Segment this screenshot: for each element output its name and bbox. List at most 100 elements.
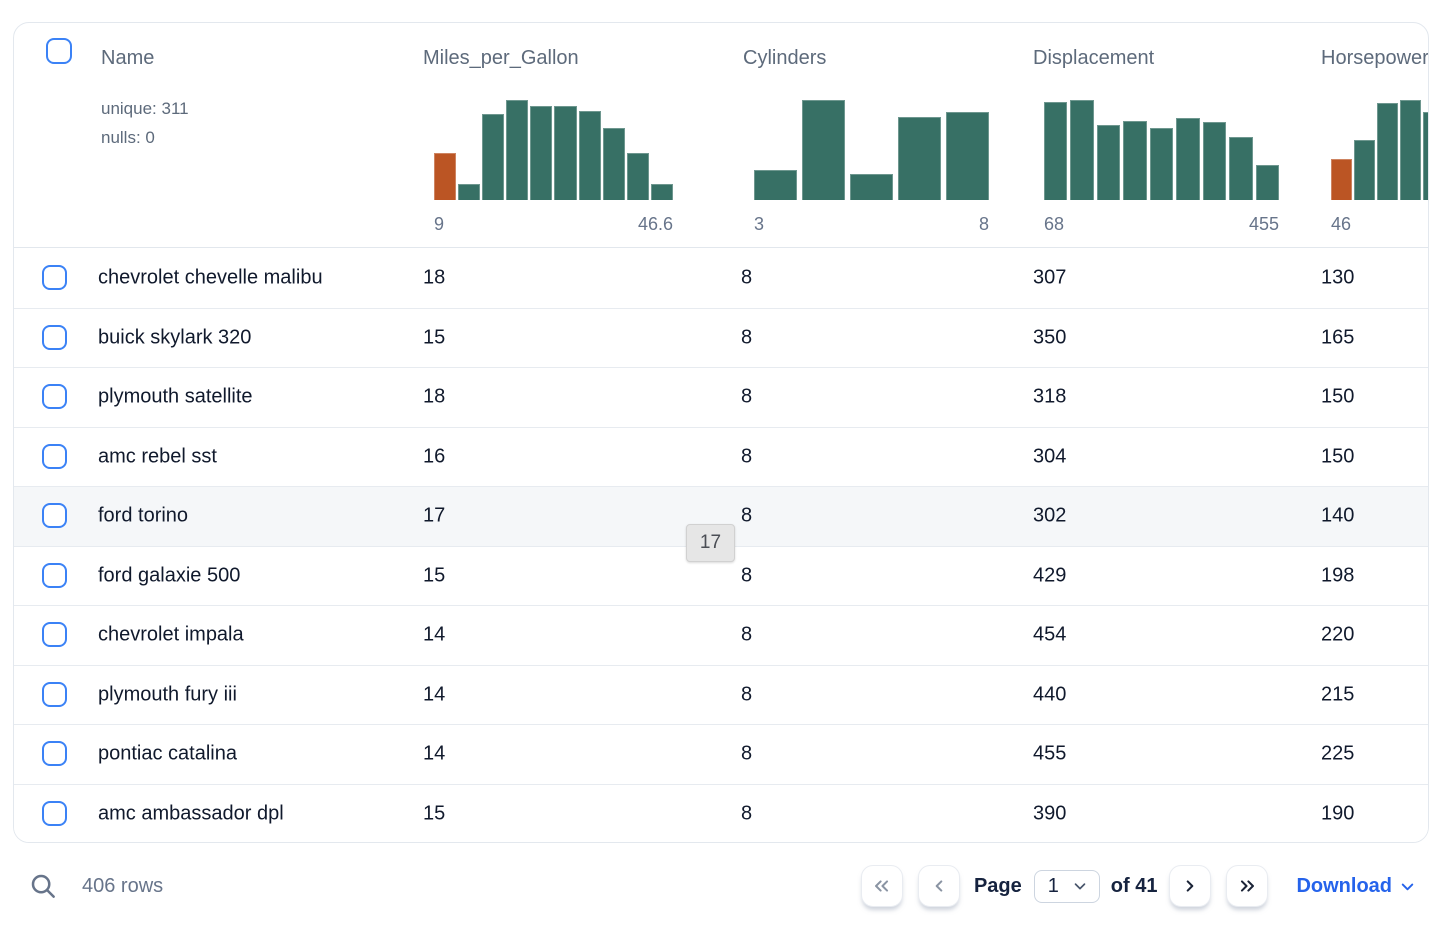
- histogram-bar[interactable]: [1423, 112, 1429, 200]
- column-label-name[interactable]: Name: [101, 47, 154, 70]
- column-label-horsepower[interactable]: Horsepower: [1321, 47, 1429, 70]
- cell-miles-per-gallon: 16: [423, 445, 445, 468]
- search-icon[interactable]: [28, 871, 58, 901]
- histogram-bar[interactable]: [1229, 137, 1252, 200]
- row-checkbox[interactable]: [42, 503, 67, 528]
- histogram-bar[interactable]: [458, 184, 480, 200]
- cell-horsepower: 130: [1321, 267, 1354, 290]
- row-checkbox[interactable]: [42, 741, 67, 766]
- histogram-bar[interactable]: [579, 111, 601, 200]
- column-label-cylinders[interactable]: Cylinders: [743, 47, 826, 70]
- histogram-bar[interactable]: [802, 100, 845, 200]
- next-page-button[interactable]: [1169, 865, 1211, 907]
- table-row[interactable]: pontiac catalina148455225: [14, 725, 1428, 785]
- chevron-down-icon: [1071, 877, 1089, 895]
- cell-horsepower: 190: [1321, 803, 1354, 826]
- cell-cylinders: 8: [741, 386, 752, 409]
- histogram-bar[interactable]: [1097, 125, 1120, 200]
- axis-min-label: 3: [754, 214, 764, 235]
- histogram-axis: 46: [1331, 214, 1429, 235]
- histogram-bar[interactable]: [554, 106, 576, 200]
- select-all-checkbox[interactable]: [46, 38, 72, 64]
- table-header: Name unique: 311 nulls: 0 Miles_per_Gall…: [14, 23, 1428, 248]
- cell-horsepower: 165: [1321, 326, 1354, 349]
- download-label: Download: [1296, 875, 1392, 898]
- table-row[interactable]: plymouth fury iii148440215: [14, 666, 1428, 726]
- cell-name: amc ambassador dpl: [98, 803, 284, 826]
- first-page-button[interactable]: [861, 865, 903, 907]
- histogram-bar[interactable]: [1354, 140, 1375, 200]
- histogram-bar[interactable]: [651, 184, 673, 200]
- histogram-bar[interactable]: [1256, 165, 1279, 200]
- histogram-bar[interactable]: [482, 114, 504, 200]
- row-checkbox[interactable]: [42, 801, 67, 826]
- row-checkbox[interactable]: [42, 265, 67, 290]
- cell-miles-per-gallon: 14: [423, 743, 445, 766]
- cell-name: pontiac catalina: [98, 743, 237, 766]
- row-checkbox[interactable]: [42, 384, 67, 409]
- histogram-bar[interactable]: [434, 153, 456, 200]
- row-checkbox[interactable]: [42, 325, 67, 350]
- axis-max-label: 455: [1249, 214, 1279, 235]
- histogram-bar[interactable]: [603, 128, 625, 200]
- histogram-bar[interactable]: [627, 153, 649, 200]
- page-label: Page: [974, 875, 1022, 898]
- table-row[interactable]: buick skylark 320158350165: [14, 309, 1428, 369]
- histogram-bar[interactable]: [1377, 103, 1398, 200]
- histogram-bar[interactable]: [1123, 121, 1146, 200]
- cell-name: buick skylark 320: [98, 326, 251, 349]
- cell-miles-per-gallon: 18: [423, 267, 445, 290]
- row-checkbox[interactable]: [42, 444, 67, 469]
- cell-name: chevrolet impala: [98, 624, 244, 647]
- cell-horsepower: 150: [1321, 386, 1354, 409]
- table-row[interactable]: amc rebel sst168304150: [14, 428, 1428, 488]
- histogram-bar[interactable]: [1400, 100, 1421, 200]
- cell-horsepower: 198: [1321, 564, 1354, 587]
- download-button[interactable]: Download: [1296, 875, 1417, 898]
- histogram-bar[interactable]: [1150, 128, 1173, 200]
- pagination: Page 1 of 41 Download: [861, 865, 1417, 907]
- column-label-displacement[interactable]: Displacement: [1033, 47, 1154, 70]
- histogram-bar[interactable]: [1070, 100, 1093, 200]
- histogram-bar[interactable]: [850, 174, 893, 200]
- histogram-bar[interactable]: [1044, 102, 1067, 200]
- cell-miles-per-gallon: 17: [423, 505, 445, 528]
- histogram-miles-per-gallon[interactable]: [434, 100, 673, 200]
- row-checkbox[interactable]: [42, 563, 67, 588]
- histogram-axis: 68 455: [1044, 214, 1279, 235]
- row-checkbox[interactable]: [42, 682, 67, 707]
- table-row[interactable]: chevrolet chevelle malibu188307130: [14, 249, 1428, 309]
- axis-max-label: 46.6: [638, 214, 673, 235]
- histogram-cylinders[interactable]: [754, 100, 989, 200]
- histogram-displacement[interactable]: [1044, 100, 1279, 200]
- histogram-bar[interactable]: [1176, 118, 1199, 200]
- column-header-cylinders: Cylinders 3 8: [741, 23, 1033, 247]
- previous-page-button[interactable]: [918, 865, 960, 907]
- table-row[interactable]: chevrolet impala148454220: [14, 606, 1428, 666]
- axis-min-label: 9: [434, 214, 444, 235]
- cell-cylinders: 8: [741, 564, 752, 587]
- page-number-select[interactable]: 1: [1034, 870, 1100, 903]
- cell-cylinders: 8: [741, 624, 752, 647]
- double-chevron-right-icon: [1236, 875, 1258, 897]
- histogram-bar[interactable]: [1331, 159, 1352, 200]
- table-row[interactable]: plymouth satellite188318150: [14, 368, 1428, 428]
- cell-name: ford torino: [98, 505, 188, 528]
- histogram-bar[interactable]: [530, 106, 552, 200]
- histogram-bar[interactable]: [1203, 122, 1226, 200]
- histogram-bar[interactable]: [506, 100, 528, 200]
- histogram-bar[interactable]: [946, 112, 989, 200]
- row-checkbox[interactable]: [42, 622, 67, 647]
- column-label-miles-per-gallon[interactable]: Miles_per_Gallon: [423, 47, 579, 70]
- histogram-horsepower[interactable]: [1331, 100, 1429, 200]
- cell-displacement: 429: [1033, 564, 1066, 587]
- histogram-bar[interactable]: [754, 170, 797, 200]
- cell-miles-per-gallon: 14: [423, 683, 445, 706]
- histogram-bar[interactable]: [898, 117, 941, 200]
- table-row[interactable]: amc ambassador dpl158390190: [14, 785, 1428, 844]
- cell-name: ford galaxie 500: [98, 564, 240, 587]
- cell-miles-per-gallon: 14: [423, 624, 445, 647]
- cell-cylinders: 8: [741, 326, 752, 349]
- cell-displacement: 455: [1033, 743, 1066, 766]
- last-page-button[interactable]: [1226, 865, 1268, 907]
